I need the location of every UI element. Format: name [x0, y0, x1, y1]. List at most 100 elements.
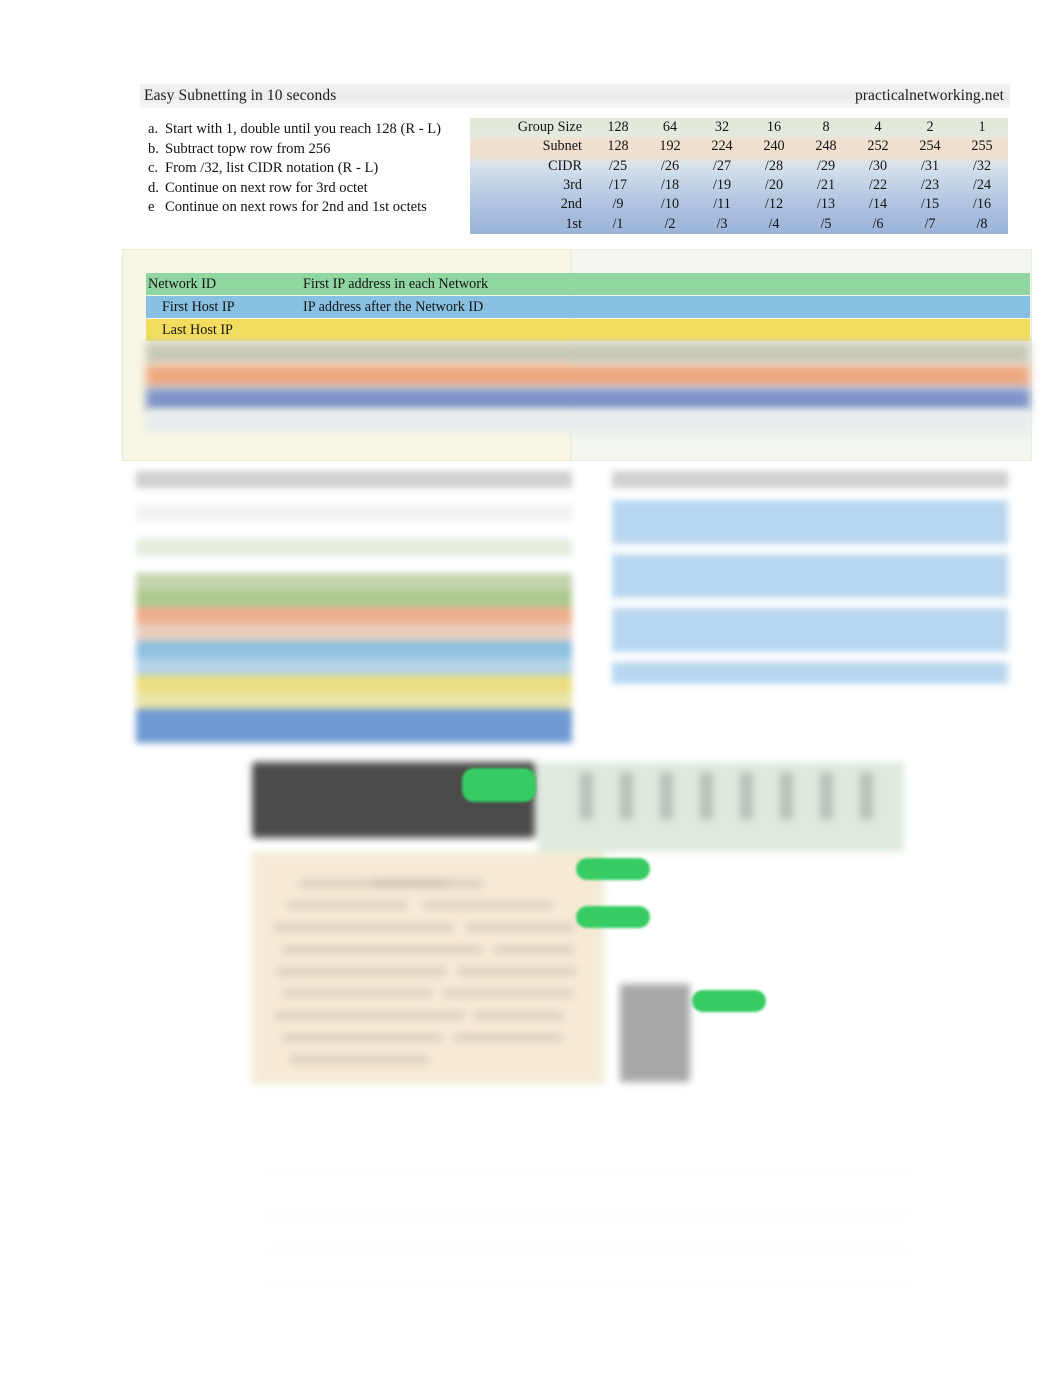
table-cell: /29	[816, 157, 836, 174]
table-cell: /6	[872, 215, 884, 232]
table-row: Subnet 128 192 224 240 248 252 254 255	[470, 137, 1008, 156]
instruction-step: a. Start with 1, double until you reach 1…	[148, 120, 478, 140]
row-header: 1st	[565, 215, 582, 232]
table-cell: /23	[920, 177, 940, 194]
band-definition: First IP address in each Network	[303, 275, 489, 292]
table-cell: /9	[612, 196, 624, 213]
table-cell: /11	[713, 196, 731, 213]
table-cell: 240	[763, 138, 785, 155]
left-panel-row	[136, 573, 572, 590]
step-text: Start with 1, double until you reach 128…	[165, 121, 442, 137]
left-panel-row	[136, 556, 572, 573]
row-header: Subnet	[542, 138, 582, 155]
table-cell: /24	[972, 177, 992, 194]
left-panel-row	[136, 522, 572, 539]
table-cell: /30	[868, 157, 888, 174]
table-row	[262, 1130, 910, 1173]
column-glyph	[700, 772, 713, 820]
left-panel-row	[136, 641, 572, 658]
document-text-line	[465, 923, 575, 932]
document-header: Easy Subnetting in 10 seconds practicaln…	[140, 84, 1010, 108]
ip-definitions-block: Network ID First IP address in each Netwo…	[122, 249, 1032, 461]
step-label: c.	[148, 160, 159, 177]
table-cell: /18	[660, 177, 680, 194]
table-cell: /27	[712, 157, 732, 174]
ip-definition-band	[146, 365, 1030, 387]
green-column-band	[538, 762, 904, 852]
right-reference-panel	[612, 471, 1008, 719]
table-cell: /15	[920, 196, 940, 213]
embedded-screenshot	[248, 762, 908, 1098]
band-term: Last Host IP	[162, 321, 233, 338]
gray-block	[620, 984, 690, 1082]
table-cell: /3	[716, 215, 728, 232]
left-panel-row	[136, 505, 572, 522]
document-text-line	[453, 1033, 563, 1042]
table-cell: /32	[972, 157, 992, 174]
bottom-summary-table	[262, 1112, 910, 1314]
instruction-step: d. Continue on next row for 3rd octet	[148, 179, 478, 199]
ip-definition-band: Network ID First IP address in each Netwo…	[146, 273, 1030, 295]
table-cell: /10	[660, 196, 680, 213]
instruction-step: e Continue on next rows for 2nd and 1st o…	[148, 198, 478, 218]
right-panel-row	[612, 554, 1008, 598]
document-text-line	[443, 989, 573, 998]
green-highlight	[462, 768, 536, 802]
green-highlight	[576, 906, 650, 928]
left-reference-panel	[136, 471, 572, 743]
table-cell: 4	[874, 119, 882, 136]
ip-definition-band: First Host IP IP address after the Networ…	[146, 296, 1030, 318]
table-cell: 8	[822, 119, 830, 136]
table-cell: 224	[711, 138, 733, 155]
right-panel-header	[612, 471, 1008, 488]
table-cell: /1	[612, 215, 624, 232]
table-cell: 16	[766, 119, 782, 136]
table-row: Group Size 128 64 32 16 8 4 2 1	[470, 118, 1008, 137]
left-panel-row	[136, 539, 572, 556]
document-text-line	[493, 945, 573, 954]
band-term	[146, 411, 281, 433]
instruction-steps: a. Start with 1, double until you reach 1…	[148, 120, 478, 218]
table-cell: 128	[607, 119, 629, 136]
band-term	[146, 365, 281, 387]
table-cell: /19	[712, 177, 732, 194]
right-panel-row	[612, 662, 1008, 684]
green-highlight	[576, 858, 650, 880]
left-panel-header	[136, 471, 572, 488]
table-cell: 254	[919, 138, 941, 155]
column-glyph	[780, 772, 793, 820]
table-cell: 248	[815, 138, 837, 155]
table-cell: /21	[816, 177, 836, 194]
column-glyph	[820, 772, 833, 820]
table-cell: /16	[972, 196, 992, 213]
bottom-table-caption	[262, 1112, 910, 1130]
table-row	[262, 1250, 910, 1284]
table-cell: 32	[714, 119, 730, 136]
step-text: From /32, list CIDR notation (R - L)	[165, 160, 379, 177]
table-row: 2nd/9/10/11/12/13/14/15/16	[470, 195, 1008, 214]
left-panel-row	[136, 590, 572, 607]
table-cell: /14	[868, 196, 888, 213]
row-header: Group Size	[517, 119, 582, 136]
left-panel-row	[136, 607, 572, 624]
column-glyph	[660, 772, 673, 820]
step-label: e	[148, 199, 155, 216]
table-row: 1st/1/2/3/4/5/6/7/8	[470, 215, 1008, 234]
table-cell: 64	[662, 119, 678, 136]
document-text-line	[373, 879, 483, 888]
left-panel-row	[136, 488, 572, 505]
table-cell: /22	[868, 177, 888, 194]
table-row	[262, 1216, 910, 1250]
table-cell: /31	[920, 157, 940, 174]
table-cell: /28	[764, 157, 784, 174]
table-cell: /5	[820, 215, 832, 232]
band-definition	[303, 342, 703, 364]
table-cell: /8	[976, 215, 988, 232]
green-highlight	[692, 990, 766, 1012]
table-cell: /25	[608, 157, 628, 174]
column-glyph	[740, 772, 753, 820]
instruction-step: b. Subtract topw row from 256	[148, 140, 478, 160]
band-definition	[303, 365, 703, 387]
table-cell: /4	[768, 215, 780, 232]
band-definition	[303, 411, 703, 433]
